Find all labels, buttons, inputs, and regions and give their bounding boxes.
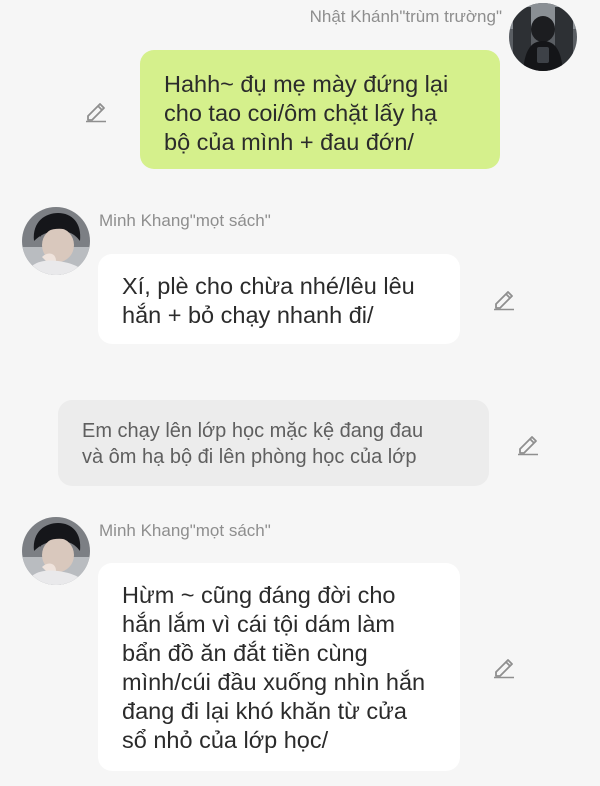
message-bubble-incoming[interactable]: Xí, plè cho chừa nhé/lêu lêu hắn + bỏ ch… — [98, 254, 460, 344]
message-line: cho tao coi/ôm chặt lấy hạ — [164, 100, 438, 126]
message-line: hắn lắm vì cái tội dám làm — [122, 611, 395, 637]
avatar-minh-khang[interactable] — [22, 207, 90, 275]
message-line: bộ của mình + đau đớn/ — [164, 129, 414, 155]
avatar-photo-dark — [509, 3, 577, 71]
message-line: Hahh~ đụ mẹ mày đứng lại — [164, 71, 449, 97]
message-line: đang đi lại khó khăn từ cửa — [122, 698, 407, 724]
message-bubble-outgoing[interactable]: Hahh~ đụ mẹ mày đứng lại cho tao coi/ôm … — [140, 50, 500, 169]
narration-line: Em chạy lên lớp học mặc kệ đang đau — [82, 420, 424, 442]
sender-name-nhat-khanh: Nhật Khánh"trùm trường" — [309, 7, 502, 26]
sender-name-minh-khang: Minh Khang"mọt sách" — [99, 521, 271, 540]
avatar-photo-boy — [22, 207, 90, 275]
sender-name-minh-khang: Minh Khang"mọt sách" — [99, 211, 271, 230]
message-bubble-incoming[interactable]: Hừm ~ cũng đáng đời cho hắn lắm vì cái t… — [98, 563, 460, 771]
message-line: hắn + bỏ chạy nhanh đi/ — [122, 302, 374, 328]
pencil-icon[interactable] — [491, 285, 517, 311]
message-line: sổ nhỏ của lớp học/ — [122, 727, 329, 753]
pencil-icon[interactable] — [83, 97, 109, 123]
message-line: Hừm ~ cũng đáng đời cho — [122, 582, 396, 608]
avatar-photo-boy — [22, 517, 90, 585]
narration-bubble[interactable]: Em chạy lên lớp học mặc kệ đang đau và ô… — [58, 400, 489, 486]
message-line: bẩn đồ ăn đắt tiền cùng — [122, 640, 368, 666]
message-line: Xí, plè cho chừa nhé/lêu lêu — [122, 273, 415, 299]
pencil-icon[interactable] — [515, 430, 541, 456]
pencil-icon[interactable] — [491, 653, 517, 679]
narration-line: và ôm hạ bộ đi lên phòng học của lớp — [82, 446, 417, 468]
avatar-nhat-khanh[interactable] — [509, 3, 577, 71]
avatar-minh-khang[interactable] — [22, 517, 90, 585]
message-line: mình/cúi đầu xuống nhìn hắn — [122, 669, 426, 695]
